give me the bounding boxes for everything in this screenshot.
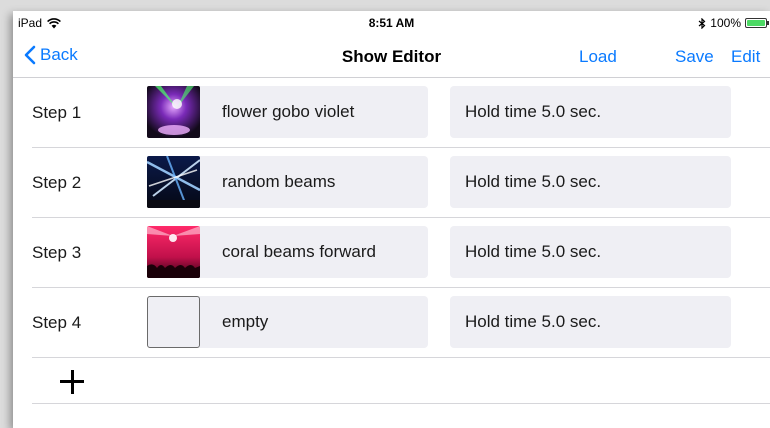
hold-time-label: Hold time 5.0 sec. [465,172,602,191]
empty-thumbnail [147,296,200,348]
row-divider [32,403,770,404]
step-label: Step 2 [32,173,82,192]
hold-time-field[interactable]: Hold time 5.0 sec. [450,226,731,278]
add-step-row [13,358,770,404]
battery-percent: 100% [710,16,741,30]
hold-time-label: Hold time 5.0 sec. [465,312,602,331]
save-button[interactable]: Save [675,47,714,67]
scene-name: empty [222,312,269,331]
step-label: Step 4 [32,313,82,332]
step-label: Step 1 [32,103,82,122]
scene-name: coral beams forward [222,242,377,261]
scene-name: flower gobo violet [222,102,355,121]
edit-button[interactable]: Edit [731,47,760,67]
hold-time-label: Hold time 5.0 sec. [465,102,602,121]
status-right: 100% [698,16,769,30]
scene-selector[interactable]: flower gobo violet [147,86,428,138]
scene-thumbnail [147,156,200,208]
scene-selector[interactable]: random beams [147,156,428,208]
plus-icon[interactable] [60,370,84,394]
bluetooth-icon [698,17,706,29]
page-title: Show Editor [341,47,442,66]
hold-time-field[interactable]: Hold time 5.0 sec. [450,156,731,208]
battery-icon [745,18,769,28]
status-bar: iPad 8:51 AM 100% [13,11,770,33]
status-time: 8:51 AM [368,16,415,30]
scene-thumbnail [147,226,200,278]
step-row: Step 3 coral beams forward Hold time 5.0… [13,218,770,288]
steps-list: Step 1 flower gobo violet Hold time 5.0 … [13,78,770,404]
navigation-bar: Back Show Editor Load Save Edit [13,33,770,78]
load-button[interactable]: Load [579,47,617,67]
scene-name: random beams [222,172,336,191]
hold-time-label: Hold time 5.0 sec. [465,242,602,261]
scene-selector[interactable]: empty [147,296,428,348]
step-row: Step 1 flower gobo violet Hold time 5.0 … [13,78,770,148]
scene-thumbnail [147,86,200,138]
hold-time-field[interactable]: Hold time 5.0 sec. [450,86,731,138]
step-row: Step 4 empty Hold time 5.0 sec. [13,288,770,358]
ipad-screen: iPad 8:51 AM 100% Back Show Editor Load … [13,11,770,428]
step-label: Step 3 [32,243,82,262]
step-row: Step 2 random beams Hold time 5.0 sec. [13,148,770,218]
hold-time-field[interactable]: Hold time 5.0 sec. [450,296,731,348]
scene-selector[interactable]: coral beams forward [147,226,428,278]
